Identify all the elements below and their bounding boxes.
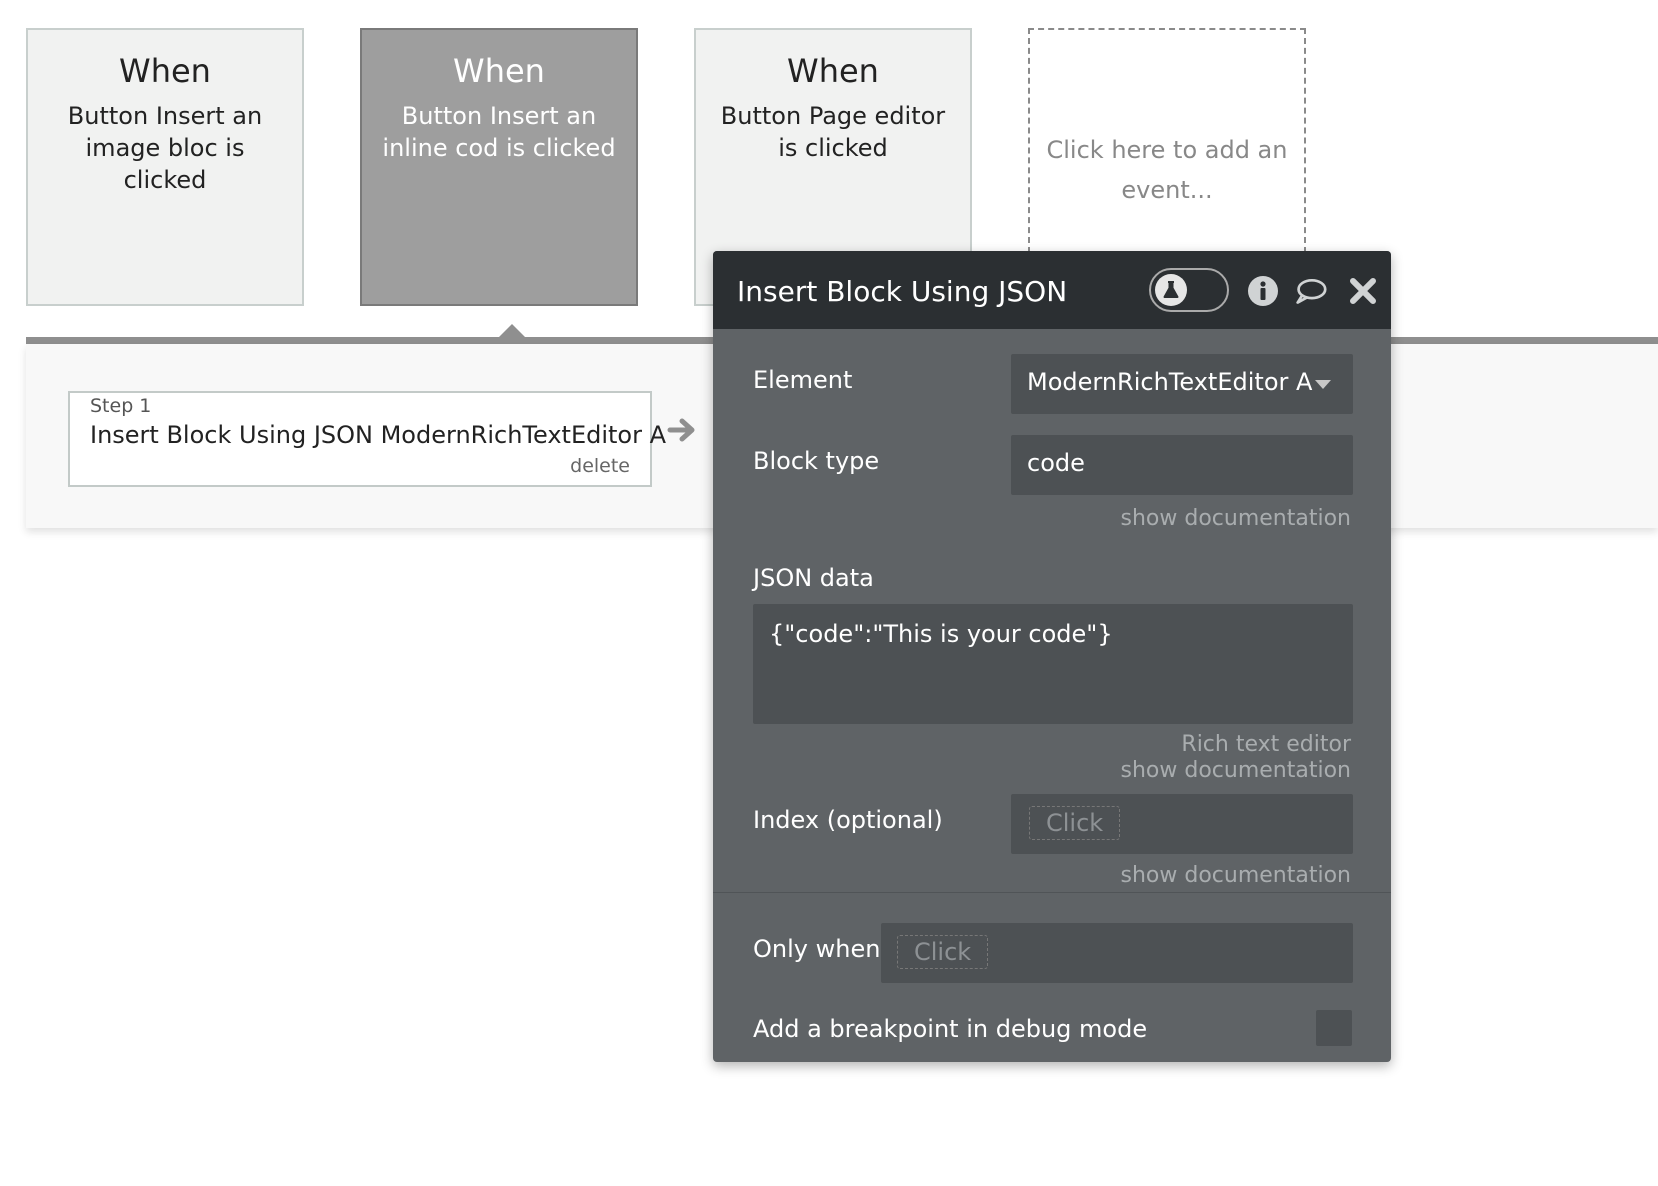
- json-data-value: {"code":"This is your code"}: [769, 620, 1113, 648]
- json-data-label: JSON data: [753, 564, 874, 592]
- block-type-value: code: [1027, 449, 1085, 477]
- breakpoint-checkbox[interactable]: [1316, 1010, 1352, 1046]
- index-label: Index (optional): [753, 806, 943, 834]
- selected-event-pointer: [498, 324, 526, 338]
- event-card-insert-image[interactable]: When Button Insert an image bloc is clic…: [26, 28, 304, 306]
- step-number: Step 1: [90, 395, 152, 417]
- rich-text-editor-link[interactable]: Rich text editor: [1181, 732, 1351, 757]
- step-delete-link[interactable]: delete: [570, 455, 630, 477]
- workflow-step-1[interactable]: Step 1 Insert Block Using JSON ModernRic…: [68, 391, 666, 487]
- panel-title: Insert Block Using JSON: [737, 275, 1068, 308]
- event-card-insert-inline-code[interactable]: When Button Insert an inline cod is clic…: [360, 28, 638, 306]
- info-icon[interactable]: [1247, 275, 1279, 307]
- event-description: Button Insert an inline cod is clicked: [382, 102, 616, 162]
- panel-header: Insert Block Using JSON: [713, 251, 1391, 329]
- only-when-label: Only when: [753, 935, 881, 963]
- block-type-doc-link[interactable]: show documentation: [1121, 506, 1351, 531]
- index-doc-link[interactable]: show documentation: [1121, 863, 1351, 888]
- element-label: Element: [753, 366, 853, 394]
- panel-divider: [713, 892, 1391, 893]
- flask-icon: [1155, 274, 1187, 306]
- block-type-label: Block type: [753, 447, 880, 475]
- index-placeholder[interactable]: Click: [1029, 806, 1121, 840]
- json-data-input[interactable]: {"code":"This is your code"}: [753, 604, 1353, 724]
- event-when-label: When: [453, 52, 545, 90]
- event-description: Button Page editor is clicked: [720, 102, 946, 162]
- close-icon[interactable]: [1347, 275, 1379, 307]
- comment-icon[interactable]: [1295, 275, 1327, 307]
- json-data-doc-link[interactable]: show documentation: [1121, 758, 1351, 783]
- event-description: Button Insert an image bloc is clicked: [67, 102, 263, 194]
- test-mode-toggle[interactable]: [1149, 268, 1229, 312]
- only-when-input[interactable]: Click: [881, 923, 1353, 983]
- add-event-label: Click here to add an event...: [1046, 136, 1288, 204]
- step-title: Insert Block Using JSON ModernRichTextEd…: [90, 421, 667, 449]
- action-properties-panel: Insert Block Using JSON Element ModernRi…: [713, 251, 1391, 1062]
- add-event-card[interactable]: Click here to add an event...: [1028, 28, 1306, 253]
- only-when-placeholder[interactable]: Click: [897, 935, 989, 969]
- chevron-down-icon: [1315, 380, 1331, 389]
- arrow-right-icon: [667, 418, 695, 442]
- breakpoint-label: Add a breakpoint in debug mode: [753, 1015, 1148, 1043]
- event-when-label: When: [119, 52, 211, 90]
- element-dropdown[interactable]: ModernRichTextEditor A: [1011, 354, 1353, 414]
- block-type-input[interactable]: code: [1011, 435, 1353, 495]
- event-when-label: When: [787, 52, 879, 90]
- index-input[interactable]: Click: [1011, 794, 1353, 854]
- element-value: ModernRichTextEditor A: [1027, 368, 1313, 396]
